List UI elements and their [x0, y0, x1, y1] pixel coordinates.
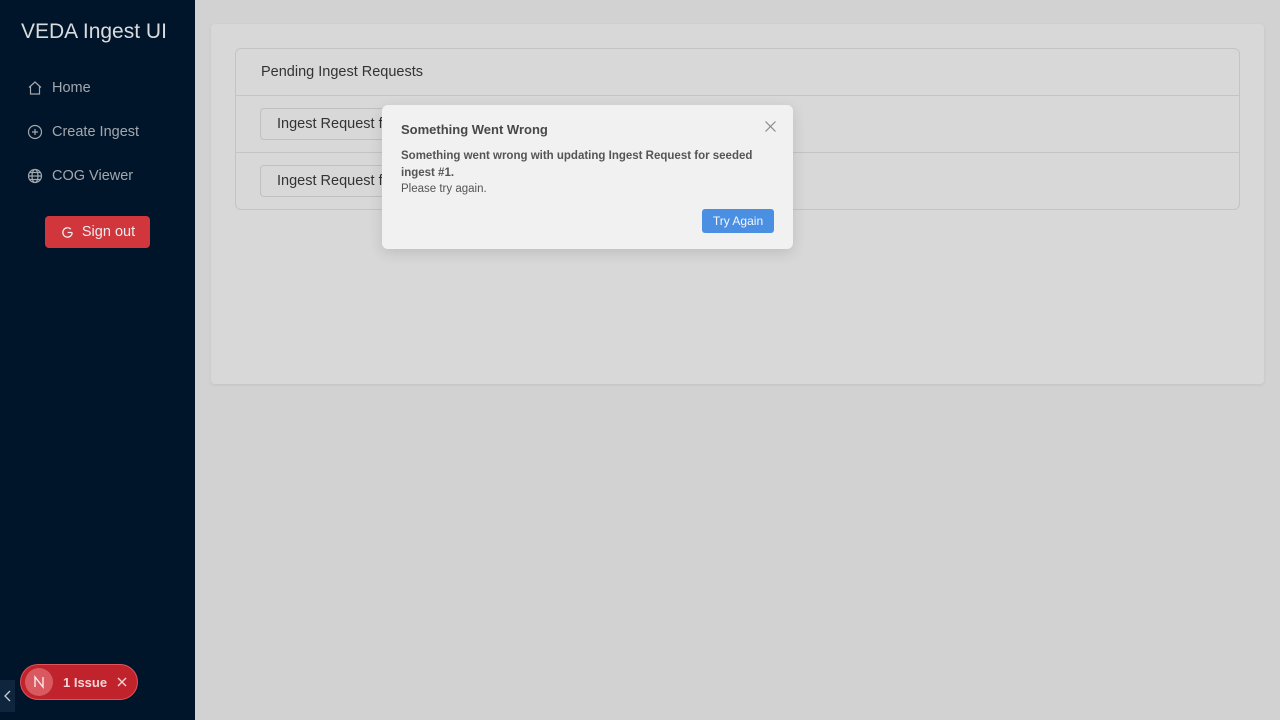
globe-icon: [27, 168, 43, 184]
modal-message: Something went wrong with updating Inges…: [401, 150, 753, 179]
modal-sub-message: Please try again.: [401, 183, 487, 195]
modal-title: Something Went Wrong: [401, 122, 548, 137]
sidebar-item-label: Home: [52, 80, 91, 96]
close-icon[interactable]: [116, 676, 128, 688]
sidebar-item-home[interactable]: Home: [0, 68, 195, 108]
sidebar-item-label: COG Viewer: [52, 168, 134, 184]
next-logo-icon: [25, 668, 53, 696]
panel-title: Pending Ingest Requests: [236, 49, 1239, 96]
sign-out-button[interactable]: Sign out: [45, 216, 150, 248]
issues-count: 1 Issue: [63, 674, 108, 690]
sign-out-label: Sign out: [81, 224, 136, 240]
try-again-button[interactable]: Try Again: [702, 209, 774, 233]
app-title: VEDA Ingest UI: [21, 20, 167, 43]
collapse-sidebar-toggle[interactable]: [0, 680, 15, 712]
sidebar-item-cog-viewer[interactable]: COG Viewer: [0, 156, 195, 196]
google-icon: [62, 226, 73, 238]
sidebar-item-create-ingest[interactable]: Create Ingest: [0, 112, 195, 152]
sidebar: VEDA Ingest UI Home Create Ingest COG Vi…: [0, 0, 195, 720]
close-icon[interactable]: [764, 120, 777, 133]
dev-issues-badge[interactable]: 1 Issue: [20, 664, 138, 700]
home-icon: [28, 81, 42, 95]
chevron-left-icon: [3, 690, 10, 702]
sidebar-item-label: Create Ingest: [52, 124, 140, 140]
plus-circle-icon: [27, 124, 43, 140]
error-modal: Something Went Wrong Something went wron…: [382, 105, 793, 249]
